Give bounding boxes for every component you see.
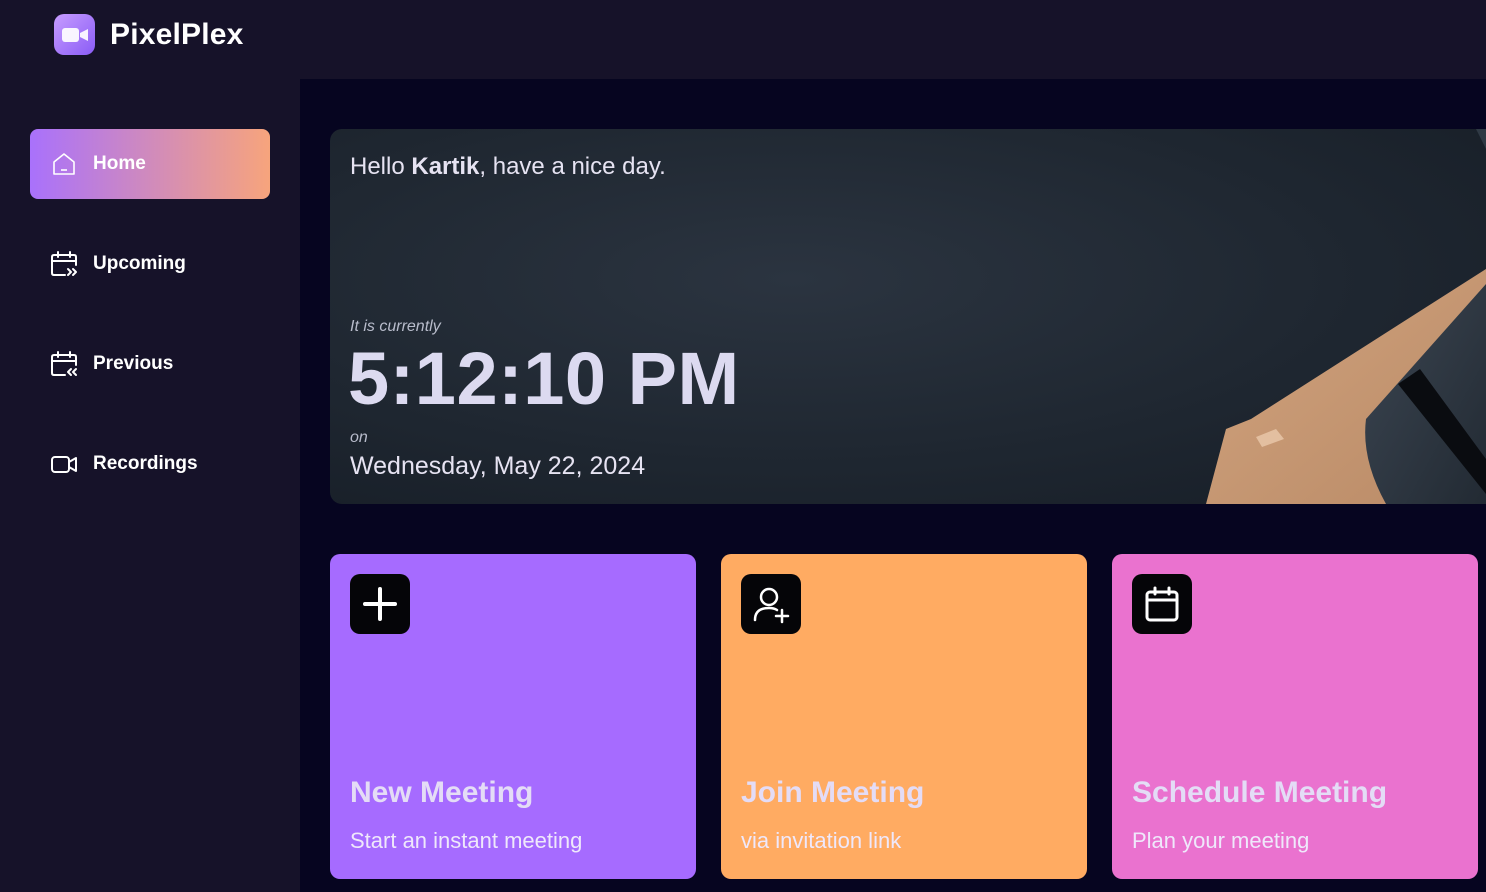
plus-icon [350,574,410,634]
calendar-icon [1132,574,1192,634]
app-name: PixelPlex [110,17,244,51]
sidebar-item-label: Upcoming [93,253,186,274]
user-name: Kartik [411,153,480,180]
video-camera-icon [54,14,95,55]
calendar-back-icon [50,350,78,378]
video-icon [50,450,78,478]
date-caption: on [350,429,368,446]
sidebar-item-label: Previous [93,353,174,374]
current-date: Wednesday, May 22, 2024 [350,452,646,480]
greeting-prefix: Hello [350,153,412,180]
sidebar-item-label: Home [93,153,146,174]
calendar-forward-icon [50,250,78,278]
top-bar: PixelPlex [0,0,1486,79]
new-meeting-card[interactable]: New Meeting Start an instant meeting [330,554,696,879]
schedule-meeting-card[interactable]: Schedule Meeting Plan your meeting [1112,554,1478,879]
home-icon [50,150,78,178]
card-subtitle: Start an instant meeting [350,828,583,853]
current-time: 5:12:10 PM [348,337,740,420]
hero-banner: Hello Kartik, have a nice day. It is cur… [330,129,1486,504]
sidebar-item-label: Recordings [93,453,198,474]
app-logo[interactable]: PixelPlex [54,14,244,55]
sidebar-item-previous[interactable]: Previous [30,329,270,399]
add-user-icon [741,574,801,634]
card-subtitle: via invitation link [741,828,902,853]
sidebar: Home Upcoming Previous Recordings [0,79,300,892]
greeting-text: Hello Kartik, have a nice day. [350,153,666,181]
join-meeting-card[interactable]: Join Meeting via invitation link [721,554,1087,879]
card-title: New Meeting [350,776,534,809]
sidebar-item-upcoming[interactable]: Upcoming [30,229,270,299]
sidebar-item-home[interactable]: Home [30,129,270,199]
card-subtitle: Plan your meeting [1132,828,1310,853]
greeting-suffix: , have a nice day. [479,153,666,180]
card-title: Join Meeting [741,776,925,809]
card-title: Schedule Meeting [1132,776,1388,809]
notebook-image [1206,129,1486,504]
sidebar-item-recordings[interactable]: Recordings [30,429,270,499]
